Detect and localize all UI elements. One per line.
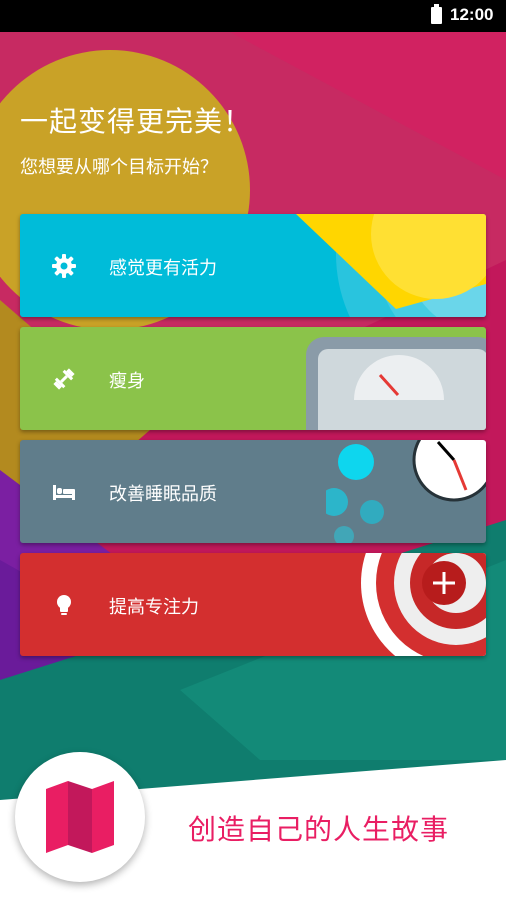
clock-bubbles-illustration xyxy=(326,440,486,543)
map-icon xyxy=(46,781,114,853)
dumbbell-icon xyxy=(53,368,75,390)
goal-label: 改善睡眠品质 xyxy=(109,484,217,505)
goal-card-focus[interactable]: 提高专注力 xyxy=(20,553,486,656)
scale-illustration xyxy=(306,337,486,430)
status-time: 12:00 xyxy=(450,5,494,24)
battery-icon xyxy=(431,4,442,24)
sun-illustration xyxy=(296,214,486,317)
app-screen: 12:00 一起变得更完美！ 您想要从哪个目标开始？ 感觉更有活力 瘦身 改善睡… xyxy=(0,0,506,900)
page-title: 一起变得更完美！ xyxy=(20,105,253,138)
goal-card-energy[interactable]: 感觉更有活力 xyxy=(20,214,486,317)
goal-card-sleep[interactable]: 改善睡眠品质 xyxy=(20,440,486,543)
goal-label: 提高专注力 xyxy=(109,597,199,618)
goal-card-weight[interactable]: 瘦身 xyxy=(20,327,486,430)
app-logo xyxy=(15,752,145,882)
goal-label: 瘦身 xyxy=(109,371,145,392)
goal-label: 感觉更有活力 xyxy=(109,258,217,279)
status-bar: 12:00 xyxy=(0,0,506,32)
lightbulb-icon xyxy=(57,595,71,615)
bed-icon xyxy=(53,485,75,500)
target-illustration xyxy=(361,553,486,656)
slogan-text: 创造自己的人生故事 xyxy=(188,813,450,846)
gear-icon xyxy=(52,254,76,278)
page-subtitle: 您想要从哪个目标开始？ xyxy=(20,157,218,178)
